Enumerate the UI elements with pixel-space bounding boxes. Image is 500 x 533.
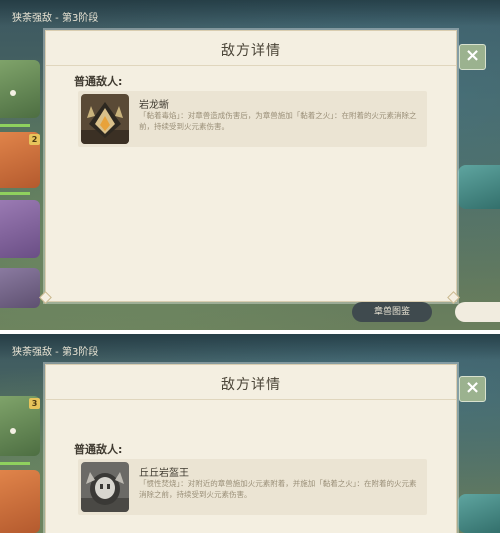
side-avatar[interactable]: [458, 165, 500, 209]
close-icon[interactable]: ×: [459, 44, 486, 70]
enemy-thumbnail[interactable]: [0, 60, 40, 118]
enemy-card[interactable]: 丘丘岩盔王 「惯性焚烧」：对附近的章兽施加火元素附着，并施加「黏着之火」：在附着…: [78, 459, 427, 515]
enemy-thumbnail[interactable]: [0, 268, 40, 308]
thumbnail-eye-icon: [10, 428, 16, 434]
rock-lizard-icon: [81, 94, 129, 144]
enemy-description: 「惯性焚烧」：对附近的章兽施加火元素附着，并施加「黏着之火」：在附着的火元素消除…: [139, 479, 417, 499]
count-badge: 2: [29, 134, 40, 145]
hilichurl-king-icon: [81, 462, 129, 512]
dialog-title: 敌方详情: [221, 377, 281, 393]
enemy-portrait: [81, 462, 129, 512]
enemy-name: 岩龙蜥: [139, 100, 169, 111]
enemy-thumbnail[interactable]: 2: [0, 132, 40, 188]
screenshot-bottom: 狭荼强敌 - 第3阶段 3 × 敌方详情 普通敌人: 丘丘岩盔王 「惯性焚烧」：…: [0, 334, 500, 533]
dialog-header: 敌方详情: [46, 31, 456, 66]
section-label-normal-enemies: 普通敌人:: [74, 443, 123, 456]
enemy-details-dialog: 敌方详情 普通敌人: 岩龙蜥 「黏着毒焰」：对章兽造成伤害后，为章兽施加「黏着之…: [39, 30, 460, 304]
enemy-thumbnail[interactable]: [0, 470, 40, 533]
close-icon[interactable]: ×: [459, 376, 486, 402]
top-bar: 狭荼强敌 - 第3阶段: [0, 334, 500, 360]
top-bar: 狭荼强敌 - 第3阶段: [0, 0, 500, 26]
enemy-portrait: [81, 94, 129, 144]
enemy-thumbnail[interactable]: 3: [0, 396, 40, 456]
enemy-card[interactable]: 岩龙蜥 「黏着毒焰」：对章兽造成伤害后，为章兽施加「黏着之火」：在附着的火元素消…: [78, 91, 427, 147]
screenshot-top: 狭荼强敌 - 第3阶段 2 × 敌方详情 普通敌人: 岩龙蜥 「黏着毒焰」：对章…: [0, 0, 500, 330]
enemy-thumbnail[interactable]: [0, 200, 40, 258]
stage-title: 狭荼强敌 - 第3阶段: [12, 347, 99, 358]
side-avatar[interactable]: [458, 494, 500, 533]
enemy-details-dialog: 敌方详情 普通敌人: 丘丘岩盔王 「惯性焚烧」：对附近的章兽施加火元素附着，并施…: [45, 364, 457, 533]
dialog-title: 敌方详情: [221, 43, 281, 59]
count-badge: 3: [29, 398, 40, 409]
thumbnail-progress-bar: [0, 192, 30, 195]
enemy-name: 丘丘岩盔王: [139, 468, 189, 479]
stage-title: 狭荼强敌 - 第3阶段: [12, 13, 99, 24]
thumbnail-progress-bar: [0, 462, 30, 465]
section-label-normal-enemies: 普通敌人:: [74, 75, 123, 88]
corner-ornament: [39, 291, 52, 304]
bestiary-button[interactable]: 章兽图鉴: [352, 302, 432, 322]
enemy-description: 「黏着毒焰」：对章兽造成伤害后，为章兽施加「黏着之火」：在附着的火元素消除之前，…: [139, 111, 417, 131]
corner-ornament: [447, 291, 460, 304]
thumbnail-eye-icon: [10, 90, 16, 96]
edge-action-button[interactable]: [455, 302, 500, 322]
thumbnail-progress-bar: [0, 124, 30, 127]
dialog-header: 敌方详情: [46, 365, 456, 400]
